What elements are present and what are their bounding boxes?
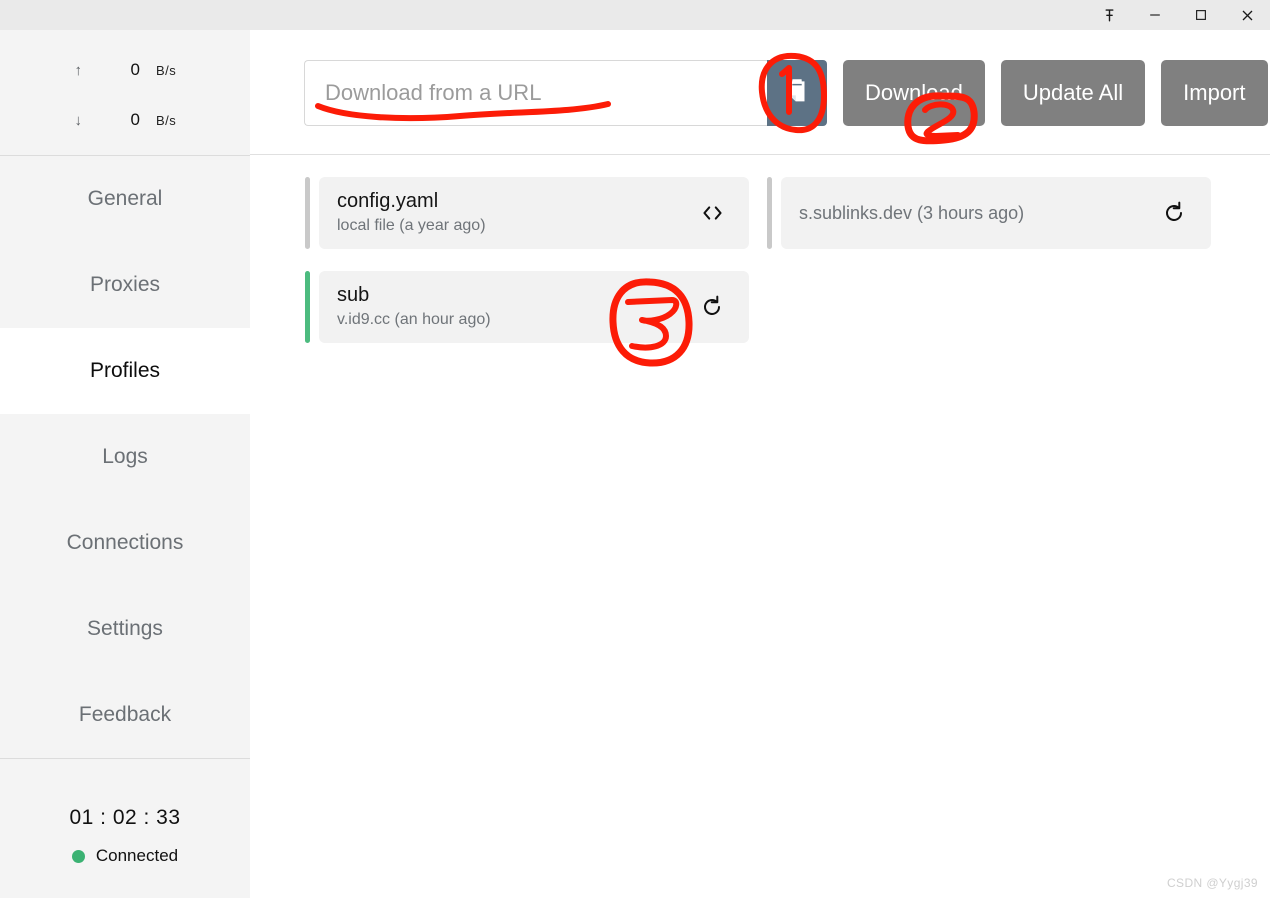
sidebar-item-proxies[interactable]: Proxies: [0, 242, 250, 328]
profile-card-text: config.yaml local file (a year ago): [337, 190, 486, 235]
profile-accent-bar-active: [305, 271, 310, 343]
sidebar-item-label: Proxies: [90, 273, 160, 297]
sidebar-item-label: Profiles: [90, 359, 160, 383]
refresh-icon: [1162, 201, 1186, 225]
profile-title: sub: [337, 284, 491, 307]
sidebar-nav: General Proxies Profiles Logs Connection…: [0, 156, 250, 758]
profile-card-config-yaml[interactable]: config.yaml local file (a year ago): [305, 177, 749, 249]
profile-card-body[interactable]: s.sublinks.dev (3 hours ago): [781, 177, 1211, 249]
upload-speed-row: ↑ 0 B/s: [0, 60, 250, 80]
sidebar-item-label: Feedback: [79, 703, 171, 727]
upload-arrow-icon: ↑: [0, 62, 82, 79]
profile-edit-button[interactable]: [697, 198, 727, 228]
profile-card-body[interactable]: sub v.id9.cc (an hour ago): [319, 271, 749, 343]
profile-accent-bar: [767, 177, 772, 249]
profile-subtitle: s.sublinks.dev (3 hours ago): [799, 203, 1024, 224]
sidebar-item-label: General: [88, 187, 163, 211]
sidebar-item-general[interactable]: General: [0, 156, 250, 242]
sidebar-item-feedback[interactable]: Feedback: [0, 672, 250, 758]
main-content: Download Update All Import config.yaml l…: [250, 30, 1270, 898]
download-speed-row: ↓ 0 B/s: [0, 110, 250, 130]
update-all-button[interactable]: Update All: [1001, 60, 1145, 126]
paste-button[interactable]: [767, 60, 827, 126]
download-button[interactable]: Download: [843, 60, 985, 126]
title-bar: [0, 0, 1270, 30]
import-button[interactable]: Import: [1161, 60, 1267, 126]
app-window: ↑ 0 B/s ↓ 0 B/s General Proxies Profiles: [0, 0, 1270, 898]
maximize-button[interactable]: [1178, 0, 1224, 30]
status-dot-icon: [72, 850, 85, 863]
sidebar-item-connections[interactable]: Connections: [0, 500, 250, 586]
download-speed-value: 0: [82, 110, 140, 130]
sidebar-item-label: Connections: [67, 531, 184, 555]
status-panel: 01 : 02 : 33 Connected: [0, 759, 250, 898]
sidebar-item-label: Settings: [87, 617, 163, 641]
toolbar: Download Update All Import: [250, 30, 1270, 155]
maximize-icon: [1194, 8, 1208, 22]
refresh-icon: [700, 295, 724, 319]
connection-status: Connected: [72, 846, 178, 866]
toolbar-divider: [250, 154, 1270, 155]
profile-card-sublinks[interactable]: s.sublinks.dev (3 hours ago): [767, 177, 1211, 249]
profile-card-sub[interactable]: sub v.id9.cc (an hour ago): [305, 271, 749, 343]
url-input-group: [304, 60, 827, 126]
paste-icon: [784, 78, 810, 108]
download-arrow-icon: ↓: [0, 112, 82, 129]
profile-refresh-button[interactable]: [1159, 198, 1189, 228]
sidebar-item-label: Logs: [102, 445, 148, 469]
profile-accent-bar: [305, 177, 310, 249]
sidebar-item-settings[interactable]: Settings: [0, 586, 250, 672]
profile-card-text: s.sublinks.dev (3 hours ago): [799, 203, 1024, 224]
close-icon: [1240, 8, 1255, 23]
watermark: CSDN @Yygj39: [1167, 876, 1258, 890]
uptime-timer: 01 : 02 : 33: [69, 806, 180, 830]
close-button[interactable]: [1224, 0, 1270, 30]
minimize-button[interactable]: [1132, 0, 1178, 30]
upload-speed-value: 0: [82, 60, 140, 80]
profile-card-body[interactable]: config.yaml local file (a year ago): [319, 177, 749, 249]
minimize-icon: [1148, 8, 1162, 22]
pin-button[interactable]: [1086, 0, 1132, 30]
pin-icon: [1102, 8, 1117, 23]
url-input[interactable]: [304, 60, 767, 126]
sidebar: ↑ 0 B/s ↓ 0 B/s General Proxies Profiles: [0, 30, 250, 898]
download-speed-unit: B/s: [140, 113, 250, 128]
profile-subtitle: v.id9.cc (an hour ago): [337, 311, 491, 329]
code-icon: [700, 204, 725, 222]
connection-status-label: Connected: [96, 846, 178, 866]
profile-subtitle: local file (a year ago): [337, 217, 486, 235]
profile-refresh-button[interactable]: [697, 292, 727, 322]
speed-panel: ↑ 0 B/s ↓ 0 B/s: [0, 30, 250, 155]
profile-title: config.yaml: [337, 190, 486, 213]
upload-speed-unit: B/s: [140, 63, 250, 78]
sidebar-item-profiles[interactable]: Profiles: [0, 328, 250, 414]
profile-card-text: sub v.id9.cc (an hour ago): [337, 284, 491, 329]
profile-list: config.yaml local file (a year ago) s.su…: [250, 155, 1270, 343]
sidebar-item-logs[interactable]: Logs: [0, 414, 250, 500]
